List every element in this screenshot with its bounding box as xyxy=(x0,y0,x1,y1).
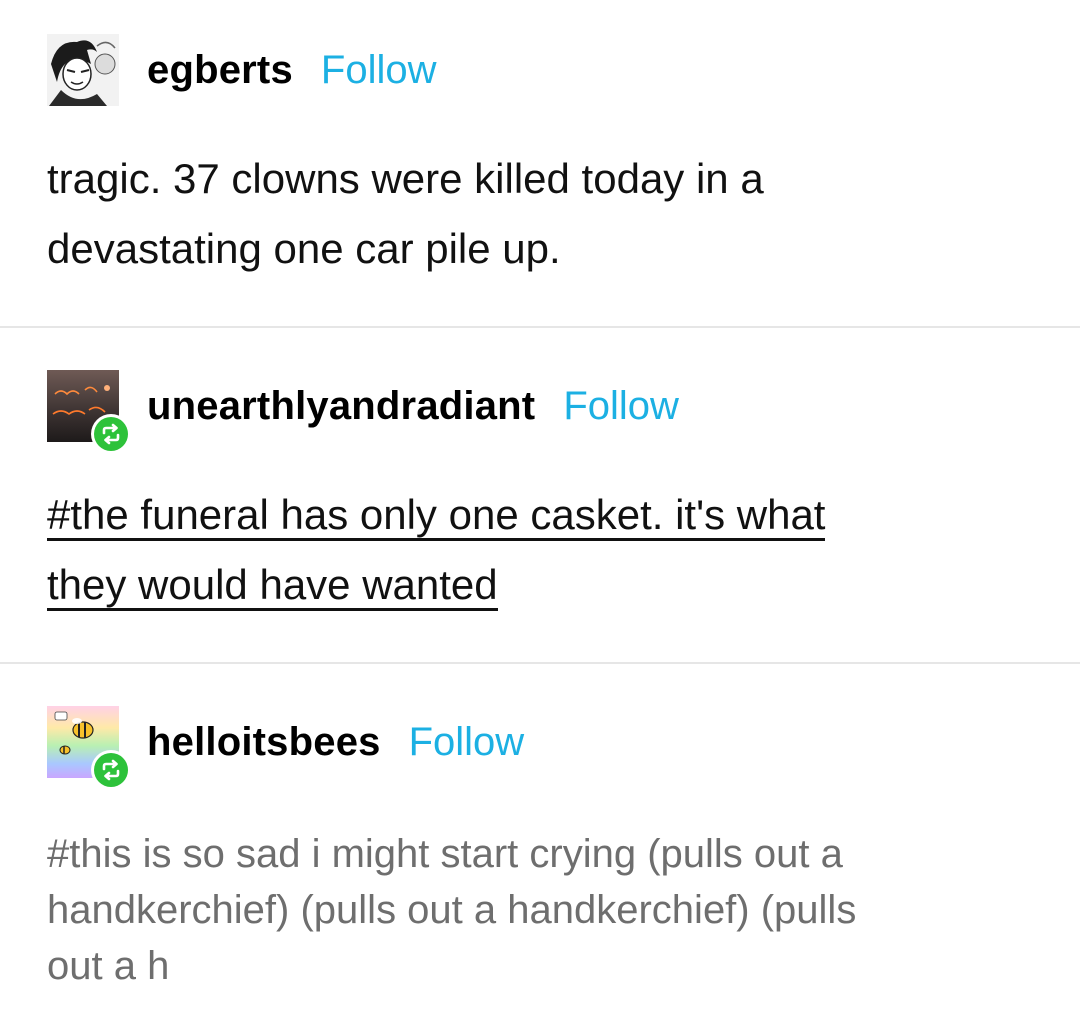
avatar[interactable] xyxy=(47,706,131,790)
post-tags: #the funeral has only one casket. it's w… xyxy=(47,480,1027,620)
username[interactable]: egberts xyxy=(147,48,293,93)
tag-text-line[interactable]: handkerchief) (pulls out a handkerchief)… xyxy=(47,882,1027,938)
tag-text-line[interactable]: out a h xyxy=(47,938,1027,994)
post-header: egberts Follow xyxy=(47,34,437,106)
tag-text-line[interactable]: #this is so sad i might start crying (pu… xyxy=(47,826,1027,882)
post-header: unearthlyandradiant Follow xyxy=(47,370,679,454)
post-helloitsbees: helloitsbees Follow #this is so sad i mi… xyxy=(0,664,1080,1025)
username[interactable]: helloitsbees xyxy=(147,720,381,765)
post-header: helloitsbees Follow xyxy=(47,706,525,790)
username[interactable]: unearthlyandradiant xyxy=(147,384,535,429)
follow-button[interactable]: Follow xyxy=(321,48,437,93)
reblog-icon xyxy=(91,750,131,790)
follow-button[interactable]: Follow xyxy=(563,384,679,429)
tag-link[interactable]: #the funeral has only one casket. it's w… xyxy=(47,491,826,541)
reblog-icon xyxy=(91,414,131,454)
follow-button[interactable]: Follow xyxy=(409,720,525,765)
avatar[interactable] xyxy=(47,34,119,106)
post-tags: #this is so sad i might start crying (pu… xyxy=(47,826,1027,994)
avatar[interactable] xyxy=(47,370,131,454)
manga-character-avatar xyxy=(47,34,119,106)
tag-link[interactable]: they would have wanted xyxy=(47,561,498,611)
post-text-line: tragic. 37 clowns were killed today in a xyxy=(47,155,764,202)
post-egberts: egberts Follow tragic. 37 clowns were ki… xyxy=(0,0,1080,326)
post-text-line: devastating one car pile up. xyxy=(47,225,561,272)
post-unearthlyandradiant: unearthlyandradiant Follow #the funeral … xyxy=(0,328,1080,662)
post-text: tragic. 37 clowns were killed today in a… xyxy=(47,144,1027,284)
